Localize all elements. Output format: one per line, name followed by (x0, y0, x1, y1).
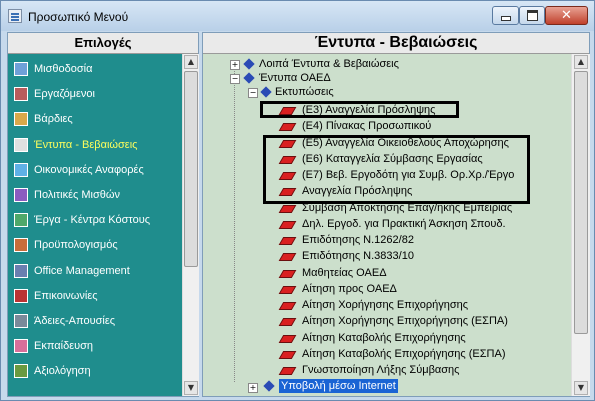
scroll-down-arrow-icon[interactable]: ▼ (574, 381, 588, 395)
app-menu-icon[interactable] (8, 9, 22, 23)
collapse-icon[interactable]: − (248, 88, 258, 98)
menu-item-label: Προϋπολογισμός (34, 239, 118, 252)
title-bar[interactable]: Προσωπικό Μενού ✕ (1, 1, 594, 31)
tree-node-label: (Ε4) Πίνακας Προσωπικού (302, 120, 432, 133)
menu-item-label: Office Management (34, 264, 130, 277)
highlight-box (260, 101, 459, 118)
minimize-button[interactable] (492, 6, 519, 25)
scroll-down-arrow-icon[interactable]: ▼ (184, 381, 198, 395)
report-book-icon (278, 299, 297, 311)
menu-item-label: Εκπαίδευση (34, 340, 94, 353)
folder-diamond-icon (243, 72, 255, 84)
tree-node-label: Αίτηση Χορήγησης Επιχορήγησης (302, 299, 469, 311)
menu-item-label: Έντυπα - Βεβαιώσεις (34, 138, 138, 151)
tree-node-label: Δηλ. Εργοδ. για Πρακτική Άσκηση Σπουδ. (302, 217, 506, 230)
minimize-icon (500, 16, 511, 21)
close-button[interactable]: ✕ (545, 6, 588, 25)
menu-item[interactable]: Άδειες-Απουσίες (8, 309, 182, 333)
menu-item[interactable]: Έντυπα - Βεβαιώσεις (8, 133, 182, 157)
menu-item-label: Μισθοδοσία (34, 63, 93, 75)
highlight-box (263, 135, 530, 204)
evaluation-icon (14, 364, 28, 379)
menu-item-label: Έργα - Κέντρα Κόστους (34, 214, 151, 227)
menu-item[interactable]: Μισθοδοσία (8, 57, 182, 81)
scroll-thumb[interactable] (574, 71, 588, 334)
office-icon (14, 263, 28, 278)
menu-item[interactable]: Οικονομικές Αναφορές (8, 158, 182, 182)
options-header: Επιλογές (8, 33, 198, 54)
tree-node-label: Αίτηση Χορήγησης Επιχορήγησης (ΕΣΠΑ) (302, 315, 508, 328)
tree-node-label: Αίτηση Καταβολής Επιχορήγησης (ΕΣΠΑ) (302, 347, 506, 360)
employees-icon (14, 87, 28, 102)
menu-item[interactable]: Office Management (8, 259, 182, 283)
menu-item-label: Πολιτικές Μισθών (34, 189, 120, 201)
tree-node-internet-submission[interactable]: Υποβολή μέσω Internet (279, 379, 398, 393)
menu-item[interactable]: Επικοινωνίες (8, 284, 182, 308)
report-book-icon (278, 364, 297, 376)
main-window: Προσωπικό Μενού ✕ Επιλογές Μισθοδοσία Εργ… (0, 0, 595, 401)
menu-item[interactable]: Βάρδιες (8, 107, 182, 131)
tree-node-label: Επιδότησης Ν.1262/82 (302, 234, 414, 246)
menu-item[interactable]: Εκπαίδευση (8, 334, 182, 358)
report-book-icon (278, 267, 297, 279)
report-book-icon (278, 315, 297, 327)
payroll-icon (14, 62, 28, 76)
forms-panel: Έντυπα - Βεβαιώσεις + Λοιπά Έντυπα & Βεβ… (202, 32, 590, 397)
maximize-icon (526, 10, 538, 21)
scroll-thumb[interactable] (184, 71, 198, 267)
shifts-icon (14, 112, 28, 127)
menu-item-label: Εργαζόμενοι (34, 88, 95, 101)
menu-item[interactable]: Έργα - Κέντρα Κόστους (8, 208, 182, 232)
tree-node-label: Αίτηση προς ΟΑΕΔ (302, 282, 397, 295)
menu-item-label: Οικονομικές Αναφορές (34, 163, 144, 176)
menu-item-label: Επικοινωνίες (34, 289, 98, 302)
training-icon (14, 339, 28, 354)
projects-icon (14, 213, 28, 228)
report-book-icon (278, 348, 297, 360)
window-title: Προσωπικό Μενού (28, 10, 129, 24)
folder-diamond-icon (243, 58, 255, 70)
tree-node-label: Επιδότησης Ν.3833/10 (302, 250, 414, 263)
tree-node-label: Αίτηση Καταβολής Επιχορήγησης (302, 331, 466, 344)
options-scrollbar[interactable]: ▲ ▼ (182, 54, 199, 396)
menu-item-label: Βάρδιες (34, 113, 73, 126)
options-menu: Μισθοδοσία Εργαζόμενοι Βάρδιες Έντυπα - Βεβ… (8, 54, 182, 396)
forms-header: Έντυπα - Βεβαιώσεις (203, 33, 589, 54)
tree-guide-line (234, 66, 235, 382)
tree-node-label: Γνωστοποίηση Λήξης Σύμβασης (302, 364, 460, 376)
expand-icon[interactable]: + (248, 383, 258, 393)
menu-item[interactable]: Εργαζόμενοι (8, 82, 182, 106)
report-book-icon (278, 218, 297, 230)
leave-icon (14, 314, 28, 328)
report-book-icon (278, 332, 297, 344)
budget-icon (14, 238, 28, 253)
expand-icon[interactable]: + (230, 60, 240, 70)
wage-policies-icon (14, 188, 28, 202)
report-book-icon (278, 250, 297, 262)
scroll-up-arrow-icon[interactable]: ▲ (574, 55, 588, 69)
menu-item-label: Αξιολόγηση (34, 365, 91, 378)
communications-icon (14, 288, 28, 303)
financial-reports-icon (14, 162, 28, 177)
menu-item[interactable]: Προϋπολογισμός (8, 233, 182, 257)
menu-item[interactable]: Πολιτικές Μισθών (8, 183, 182, 207)
maximize-button[interactable] (519, 6, 545, 25)
tree-scrollbar[interactable]: ▲ ▼ (571, 54, 590, 396)
close-icon: ✕ (561, 8, 572, 23)
forms-tree: + Λοιπά Έντυπα & Βεβαιώσεις − Έντυπα ΟΑΕ… (203, 54, 571, 396)
folder-diamond-icon (260, 86, 272, 98)
folder-diamond-icon (263, 380, 275, 392)
report-book-icon (278, 120, 297, 132)
scroll-up-arrow-icon[interactable]: ▲ (184, 55, 198, 69)
report-book-icon (278, 234, 297, 246)
menu-item[interactable]: Αξιολόγηση (8, 359, 182, 383)
options-panel: Επιλογές Μισθοδοσία Εργαζόμενοι Βάρδιες Έντ… (7, 32, 199, 397)
tree-node-label: Μαθητείας ΟΑΕΔ (302, 266, 387, 279)
forms-icon (14, 137, 28, 152)
menu-item-label: Άδειες-Απουσίες (34, 315, 116, 327)
report-book-icon (278, 283, 297, 295)
collapse-icon[interactable]: − (230, 74, 240, 84)
